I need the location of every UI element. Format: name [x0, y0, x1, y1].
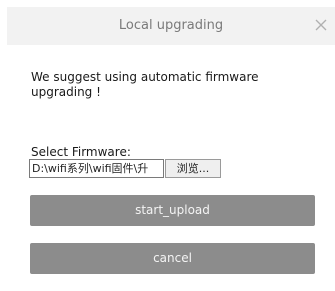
title-bar: Local upgrading [7, 7, 335, 45]
close-icon[interactable] [313, 17, 329, 33]
local-upgrade-dialog: Local upgrading We suggest using automat… [0, 0, 335, 291]
cancel-button[interactable]: cancel [30, 243, 315, 274]
browse-button[interactable]: 浏览... [165, 159, 221, 178]
select-firmware-label: Select Firmware: [31, 145, 131, 159]
suggestion-message: We suggest using automatic firmware upgr… [31, 70, 259, 99]
dialog-title: Local upgrading [118, 18, 224, 33]
firmware-file-picker: D:\wifi系列\wifi固件\升 浏览... [29, 159, 221, 178]
firmware-path-field[interactable]: D:\wifi系列\wifi固件\升 [29, 159, 164, 178]
start-upload-button[interactable]: start_upload [30, 195, 315, 226]
